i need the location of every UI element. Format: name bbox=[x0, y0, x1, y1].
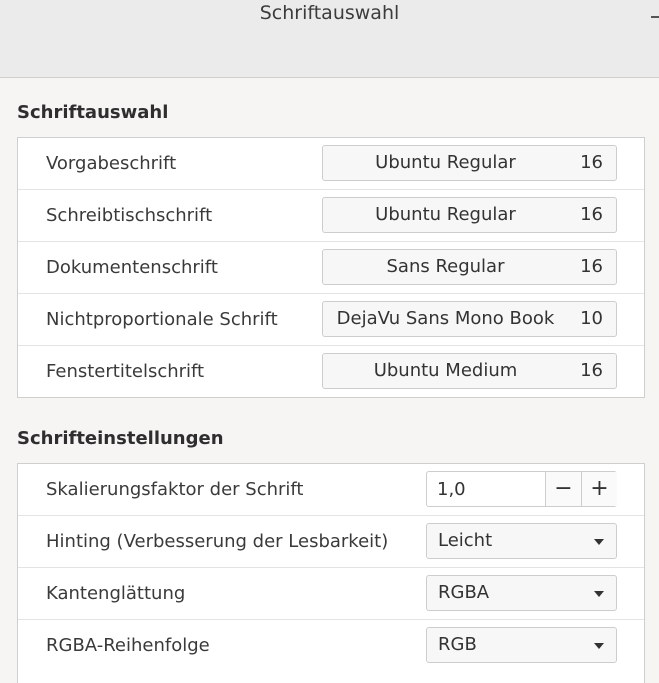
section-title-font-settings: Schrifteinstellungen bbox=[17, 428, 224, 449]
font-name: Ubuntu Regular bbox=[375, 152, 516, 173]
font-name: Ubuntu Medium bbox=[373, 360, 518, 381]
decrease-scaling-button[interactable]: − bbox=[545, 472, 581, 506]
row-label: Skalierungsfaktor der Schrift bbox=[46, 479, 304, 500]
desktop-font-button[interactable]: Ubuntu Regular 16 bbox=[322, 197, 617, 233]
dropdown-arrow-icon bbox=[594, 643, 604, 649]
row-label: RGBA-Reihenfolge bbox=[46, 635, 210, 656]
text-scaling-input[interactable] bbox=[427, 472, 545, 506]
dropdown-arrow-icon bbox=[594, 591, 604, 597]
font-size: 16 bbox=[580, 152, 603, 173]
row-label: Nichtproportionale Schrift bbox=[46, 309, 278, 330]
font-name: Ubuntu Regular bbox=[375, 204, 516, 225]
row-label: Dokumentenschrift bbox=[46, 257, 218, 278]
title-bar: Schriftauswahl bbox=[0, 0, 659, 78]
font-settings-panel: Skalierungsfaktor der Schrift − + Hintin… bbox=[17, 463, 645, 683]
row-monospace-font: Nichtproportionale Schrift DejaVu Sans M… bbox=[18, 294, 644, 346]
font-selection-panel: Vorgabeschrift Ubuntu Regular 16 Schreib… bbox=[17, 137, 645, 398]
antialiasing-dropdown[interactable]: RGBA bbox=[426, 575, 617, 611]
dropdown-value: RGB bbox=[438, 634, 477, 655]
window-title: Schriftauswahl bbox=[259, 2, 400, 24]
default-font-button[interactable]: Ubuntu Regular 16 bbox=[322, 145, 617, 181]
rgba-order-dropdown[interactable]: RGB bbox=[426, 627, 617, 663]
font-size: 10 bbox=[580, 308, 603, 329]
section-title-font-selection: Schriftauswahl bbox=[17, 102, 169, 123]
font-size: 16 bbox=[580, 204, 603, 225]
dropdown-value: Leicht bbox=[438, 530, 493, 551]
text-scaling-spinbutton: − + bbox=[426, 471, 617, 507]
font-name: Sans Regular bbox=[386, 256, 505, 277]
row-default-font: Vorgabeschrift Ubuntu Regular 16 bbox=[18, 138, 644, 190]
hinting-dropdown[interactable]: Leicht bbox=[426, 523, 617, 559]
window-title-font-button[interactable]: Ubuntu Medium 16 bbox=[322, 353, 617, 389]
row-desktop-font: Schreibtischschrift Ubuntu Regular 16 bbox=[18, 190, 644, 242]
row-window-title-font: Fenstertitelschrift Ubuntu Medium 16 bbox=[18, 346, 644, 398]
font-size: 16 bbox=[580, 256, 603, 277]
row-label: Fenstertitelschrift bbox=[46, 361, 205, 382]
row-rgba-order: RGBA-Reihenfolge RGB bbox=[18, 620, 644, 672]
row-label: Kantenglättung bbox=[46, 583, 186, 604]
dropdown-value: RGBA bbox=[438, 582, 490, 603]
row-label: Schreibtischschrift bbox=[46, 205, 213, 226]
document-font-button[interactable]: Sans Regular 16 bbox=[322, 249, 617, 285]
font-name: DejaVu Sans Mono Book bbox=[336, 308, 555, 329]
row-label: Vorgabeschrift bbox=[46, 153, 177, 174]
minimize-icon[interactable] bbox=[649, 10, 659, 24]
row-antialiasing: Kantenglättung RGBA bbox=[18, 568, 644, 620]
font-size: 16 bbox=[580, 360, 603, 381]
row-text-scaling: Skalierungsfaktor der Schrift − + bbox=[18, 464, 644, 516]
row-label: Hinting (Verbesserung der Lesbarkeit) bbox=[46, 531, 389, 552]
monospace-font-button[interactable]: DejaVu Sans Mono Book 10 bbox=[322, 301, 617, 337]
dropdown-arrow-icon bbox=[594, 539, 604, 545]
increase-scaling-button[interactable]: + bbox=[581, 472, 617, 506]
row-hinting: Hinting (Verbesserung der Lesbarkeit) Le… bbox=[18, 516, 644, 568]
row-document-font: Dokumentenschrift Sans Regular 16 bbox=[18, 242, 644, 294]
